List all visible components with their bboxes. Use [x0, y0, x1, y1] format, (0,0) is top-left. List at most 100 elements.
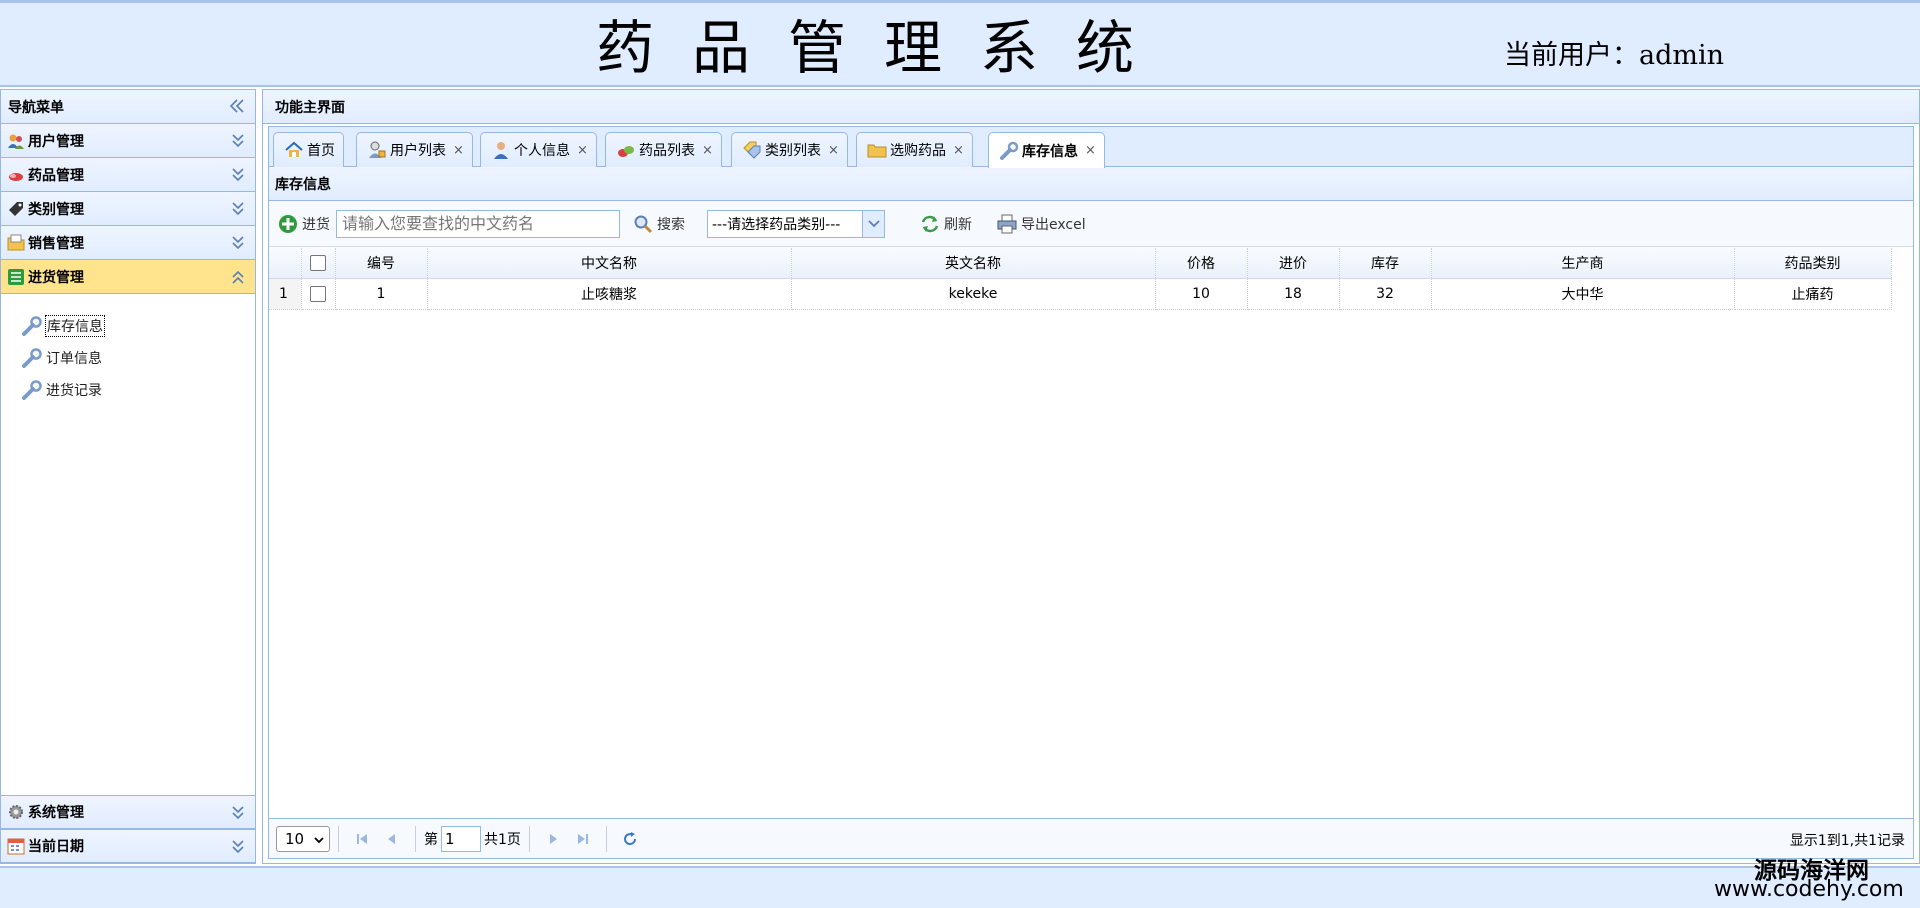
pills-icon	[618, 146, 634, 157]
chevron-down-icon	[232, 806, 244, 820]
folder-icon	[7, 234, 25, 250]
main-panel: 功能主界面 首页 用户列表 × 个人信息 × 药品列表 × 类别列表 × 选购药…	[262, 89, 1920, 864]
plus-icon	[279, 214, 297, 233]
nav-group-sales[interactable]: 销售管理	[1, 226, 255, 260]
tags-icon	[743, 141, 761, 159]
page-total: 共1页	[484, 831, 521, 848]
column-header[interactable]: 编号	[335, 248, 428, 279]
column-header[interactable]: 价格	[1155, 248, 1248, 279]
add-stock-button[interactable]: 进货	[277, 213, 330, 235]
search-input[interactable]	[336, 209, 620, 238]
gear-icon	[9, 805, 23, 819]
tab-close-button[interactable]: ×	[1085, 143, 1096, 158]
nav-item-inventory[interactable]: 库存信息	[1, 310, 255, 342]
next-page-button[interactable]	[542, 828, 564, 850]
inventory-table: 编号 中文名称 英文名称 价格 进价 库存 生产商 药品类别 1 1 止咳糖浆 …	[269, 248, 1913, 310]
pager-separator	[605, 825, 607, 852]
nav-title: 导航菜单	[8, 99, 64, 116]
chevron-down-icon	[232, 134, 244, 148]
tab-close-button[interactable]: ×	[702, 143, 713, 158]
tab-profile[interactable]: 个人信息 ×	[480, 132, 597, 167]
tab-drug-list[interactable]: 药品列表 ×	[605, 132, 722, 167]
pager-separator	[415, 825, 416, 852]
search-button[interactable]: 搜索	[632, 213, 685, 235]
nav-group-drugs[interactable]: 药品管理	[1, 158, 255, 192]
row-number: 1	[269, 278, 302, 310]
nav-group-users[interactable]: 用户管理	[1, 124, 255, 158]
tab-close-button[interactable]: ×	[577, 143, 588, 158]
nav-sub-list: 库存信息 订单信息 进货记录	[1, 294, 255, 795]
footer	[0, 866, 1920, 908]
tab-user-list[interactable]: 用户列表 ×	[356, 132, 473, 167]
column-header[interactable]: 药品类别	[1734, 248, 1892, 279]
nav-group-purchasing[interactable]: 进货管理	[1, 260, 255, 294]
rownum-header	[269, 248, 302, 279]
tab-label: 首页	[307, 143, 335, 159]
prev-page-button[interactable]	[381, 828, 403, 850]
content-panel-header: 库存信息	[269, 167, 1913, 201]
table-cell: kekeke	[791, 278, 1156, 310]
table-cell: 止痛药	[1734, 278, 1892, 310]
column-header[interactable]: 英文名称	[791, 248, 1156, 279]
nav-item-orders[interactable]: 订单信息	[1, 342, 255, 374]
tab-select-drugs[interactable]: 选购药品 ×	[856, 132, 973, 167]
nav-group-system[interactable]: 系统管理	[1, 795, 255, 829]
column-header[interactable]: 库存	[1339, 248, 1432, 279]
nav-panel-header: 导航菜单	[1, 90, 255, 124]
tab-close-button[interactable]: ×	[453, 143, 464, 158]
refresh-button[interactable]: 刷新	[919, 213, 972, 235]
collapse-left-icon[interactable]	[228, 97, 246, 115]
tab-label: 库存信息	[1022, 143, 1078, 160]
chevron-down-icon	[232, 168, 244, 182]
tab-category-list[interactable]: 类别列表 ×	[731, 132, 848, 167]
header: 药品管理系统 当前用户：admin	[0, 0, 1920, 87]
refresh-label: 刷新	[944, 216, 972, 233]
category-select[interactable]: ---请选择药品类别---	[707, 209, 885, 238]
select-all-checkbox[interactable]	[301, 248, 336, 279]
column-header[interactable]: 中文名称	[427, 248, 792, 279]
tab-label: 类别列表	[765, 143, 821, 159]
search-icon	[634, 215, 653, 233]
tab-close-button[interactable]: ×	[953, 143, 964, 158]
column-header[interactable]: 生产商	[1431, 248, 1735, 279]
first-page-icon	[357, 833, 367, 844]
nav-item-label: 库存信息	[45, 315, 105, 337]
chevron-down-icon	[232, 840, 244, 854]
tab-close-button[interactable]: ×	[828, 143, 839, 158]
content-title: 库存信息	[275, 176, 331, 193]
tab-label: 个人信息	[514, 143, 570, 159]
tab-label: 选购药品	[890, 143, 946, 159]
column-header[interactable]: 进价	[1247, 248, 1340, 279]
home-icon	[285, 141, 303, 157]
page-prefix: 第	[424, 831, 438, 848]
tab-label: 药品列表	[639, 143, 695, 159]
page-number-input[interactable]	[441, 825, 481, 852]
tab-inventory[interactable]: 库存信息 ×	[988, 132, 1105, 168]
row-checkbox[interactable]	[301, 278, 336, 310]
reload-button[interactable]	[619, 828, 641, 850]
nav-group-categories[interactable]: 类别管理	[1, 192, 255, 226]
calendar-icon	[7, 838, 25, 855]
wrench-icon	[22, 380, 42, 400]
nav-group-date[interactable]: 当前日期	[1, 829, 255, 863]
table-cell: 18	[1247, 278, 1340, 310]
nav-group-label: 当前日期	[28, 839, 84, 855]
last-page-button[interactable]	[572, 828, 594, 850]
toolbar: 进货 搜索 ---请选择药品类别--- 刷新	[269, 201, 1913, 247]
nav-item-purchase-records[interactable]: 进货记录	[1, 374, 255, 406]
add-stock-label: 进货	[302, 216, 330, 233]
chevron-down-icon	[232, 236, 244, 250]
select-arrow	[862, 210, 884, 237]
pager-separator	[338, 825, 339, 852]
table-row[interactable]: 1 1 止咳糖浆 kekeke 10 18 32 大中华 止痛药	[269, 278, 1892, 310]
first-page-button[interactable]	[351, 828, 373, 850]
table-header-row: 编号 中文名称 英文名称 价格 进价 库存 生产商 药品类别	[269, 248, 1892, 279]
export-excel-button[interactable]: 导出excel	[996, 213, 1086, 235]
tabs-container: 首页 用户列表 × 个人信息 × 药品列表 × 类别列表 × 选购药品 × 库存…	[268, 126, 1914, 859]
folder-icon	[867, 144, 887, 158]
nav-item-label: 订单信息	[46, 351, 102, 367]
last-page-icon	[577, 833, 588, 844]
user-lock-icon	[369, 141, 386, 158]
page-size-select[interactable]: 10	[276, 825, 330, 852]
tab-home[interactable]: 首页	[273, 132, 344, 167]
